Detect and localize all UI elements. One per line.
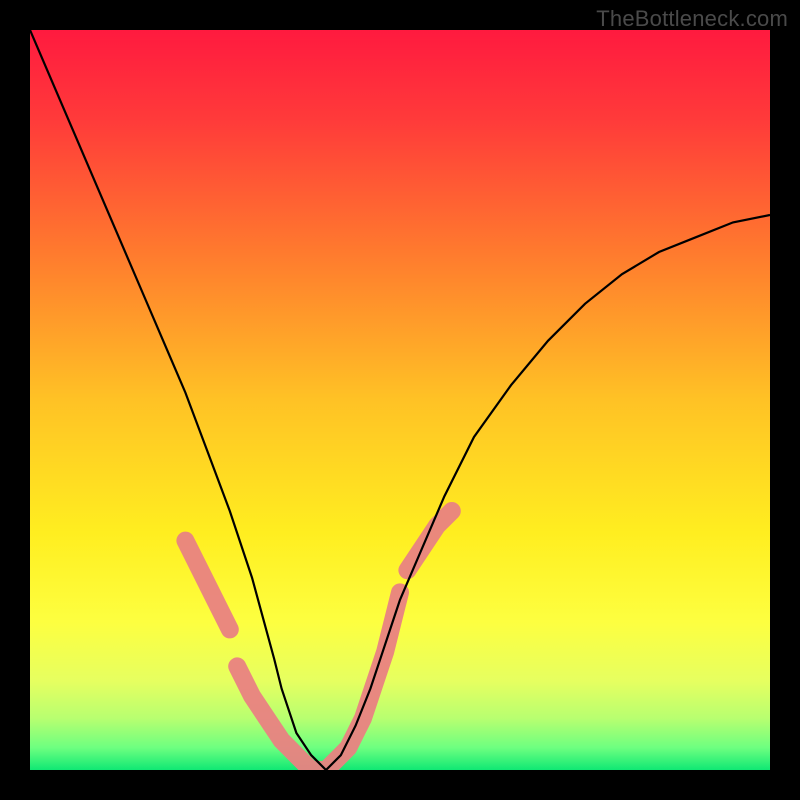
watermark-text: TheBottleneck.com [596, 6, 788, 32]
gradient-background [30, 30, 770, 770]
chart-container: TheBottleneck.com [0, 0, 800, 800]
chart-svg [30, 30, 770, 770]
